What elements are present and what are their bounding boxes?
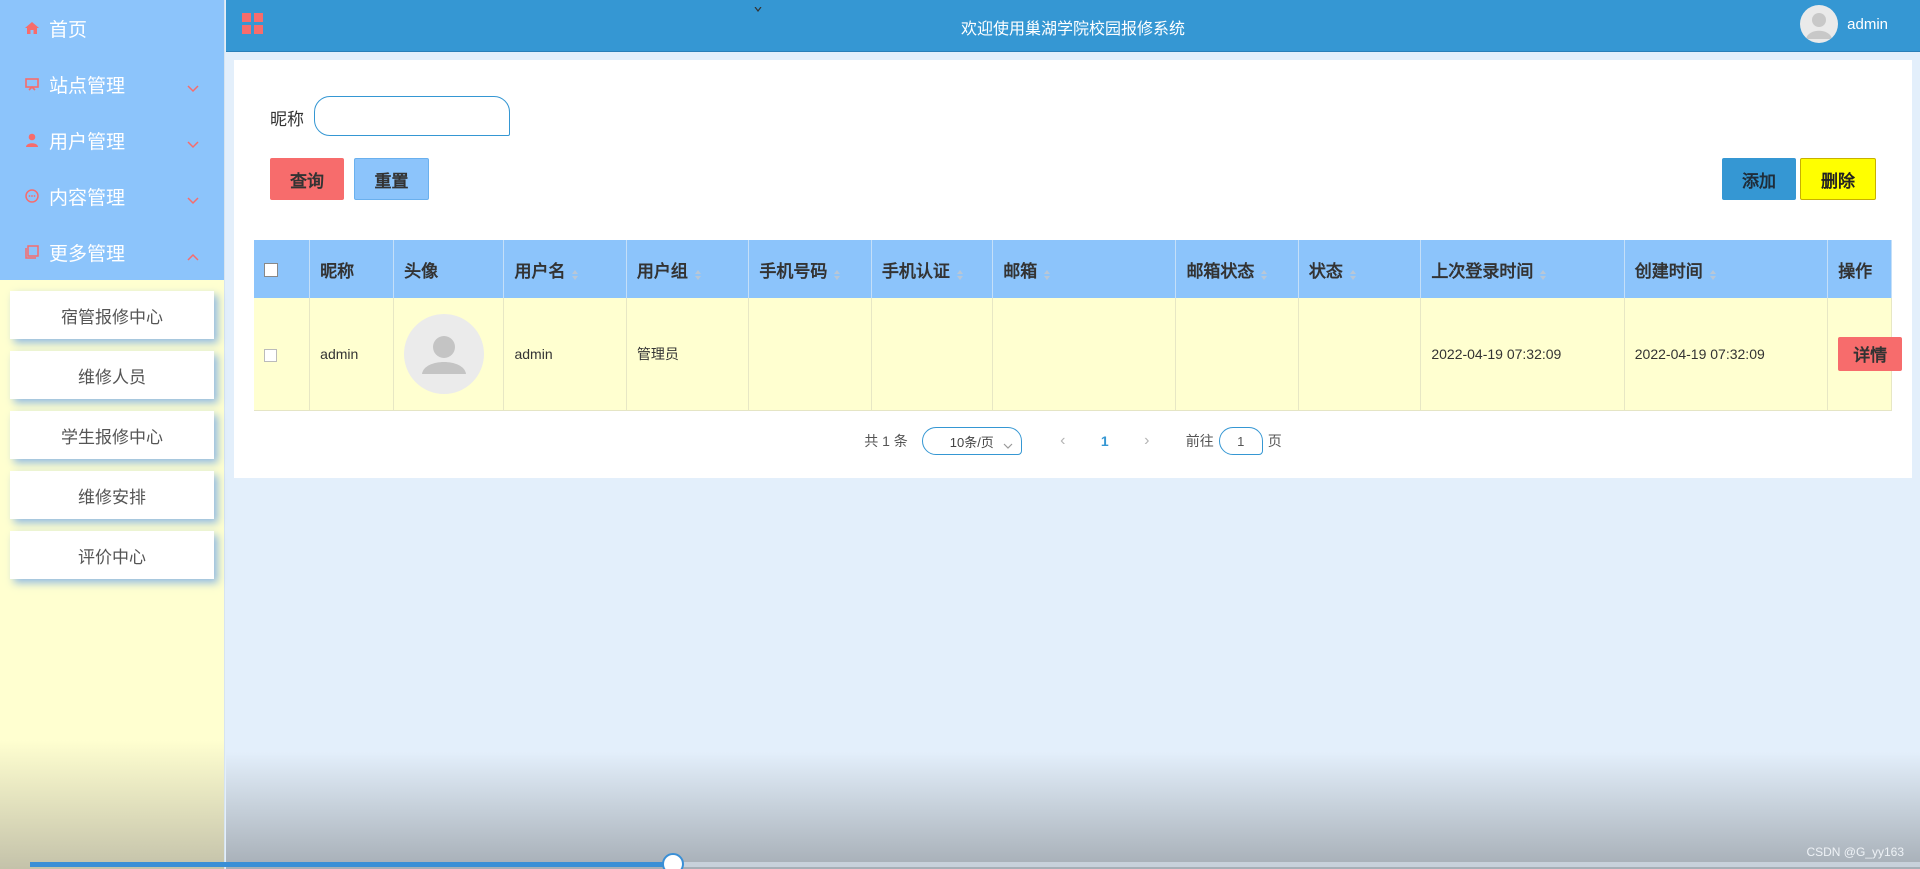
table-row: admin admin 管理员 2022-04-19 07:32:09 2022… bbox=[254, 298, 1903, 411]
chevron-down-icon bbox=[1003, 438, 1013, 449]
sort-icon[interactable] bbox=[1349, 266, 1357, 281]
user-table: 昵称 头像 用户名 用户组 手机号码 手机认证 邮箱 邮箱状态 状态 上次登录时… bbox=[254, 240, 1903, 411]
user-menu[interactable]: admin bbox=[1800, 5, 1888, 43]
chevron-down-icon bbox=[186, 134, 200, 149]
select-all-checkbox[interactable] bbox=[264, 262, 278, 277]
slider-fill bbox=[30, 862, 674, 867]
sidebar-item-label: 更多管理 bbox=[49, 243, 126, 265]
submenu-item-dorm-repair-center[interactable]: 宿管报修中心 bbox=[10, 291, 214, 339]
sidebar-item-user[interactable]: 用户管理 bbox=[0, 112, 224, 168]
main-panel: 昵称 查询 重置 添加 删除 昵称 头像 用户名 用户组 手机号码 手机认证 邮… bbox=[234, 60, 1912, 478]
nickname-search-label: 昵称 bbox=[270, 110, 304, 129]
cell-group: 管理员 bbox=[626, 298, 750, 411]
sidebar-item-content[interactable]: 内容管理 bbox=[0, 168, 224, 224]
watermark: CSDN @G_yy163 bbox=[1806, 845, 1904, 859]
page-size-value: 10条/页 bbox=[949, 434, 994, 450]
home-icon bbox=[24, 20, 40, 36]
page-size-select[interactable]: 10条/页 bbox=[921, 427, 1022, 455]
sort-icon[interactable] bbox=[1260, 266, 1268, 281]
submenu-item-student-repair-center[interactable]: 学生报修中心 bbox=[10, 411, 214, 459]
sort-icon[interactable] bbox=[571, 266, 579, 281]
top-header: 欢迎使用巢湖学院校园报修系统 admin bbox=[226, 0, 1920, 52]
column-header-phone-verified[interactable]: 手机认证 bbox=[871, 240, 994, 298]
cell-email bbox=[992, 298, 1177, 411]
goto-page: 前往 1 页 bbox=[1186, 427, 1282, 455]
cell-phone-verified bbox=[871, 298, 994, 411]
column-header-last-login[interactable]: 上次登录时间 bbox=[1420, 240, 1625, 298]
column-header-nickname: 昵称 bbox=[309, 240, 395, 298]
content-icon bbox=[24, 188, 40, 204]
cell-status bbox=[1298, 298, 1422, 411]
system-title: 欢迎使用巢湖学院校园报修系统 bbox=[960, 21, 1185, 38]
column-header-email-status[interactable]: 邮箱状态 bbox=[1175, 240, 1299, 298]
cell-username: admin bbox=[503, 298, 627, 411]
avatar[interactable] bbox=[1800, 5, 1839, 43]
sidebar: 首页 站点管理 用户管理 内容管理 更多管理 宿管报修中心 维修人员 学生报修中… bbox=[0, 0, 225, 869]
cell-action: 详情 bbox=[1827, 298, 1903, 411]
bottom-fade bbox=[226, 752, 1920, 869]
chevron-down-icon bbox=[186, 78, 200, 93]
sidebar-item-site[interactable]: 站点管理 bbox=[0, 56, 224, 112]
goto-prefix: 前往 bbox=[1185, 433, 1214, 449]
slider-thumb[interactable] bbox=[662, 853, 684, 869]
page-number-current[interactable]: 1 bbox=[1090, 433, 1120, 449]
cell-avatar bbox=[393, 298, 505, 411]
goto-suffix: 页 bbox=[1267, 433, 1282, 449]
cell-last-login: 2022-04-19 07:32:09 bbox=[1420, 298, 1625, 411]
slider-track[interactable] bbox=[30, 862, 1920, 867]
more-icon bbox=[24, 244, 40, 260]
goto-page-input[interactable]: 1 bbox=[1218, 427, 1263, 455]
sort-icon[interactable] bbox=[1539, 266, 1547, 281]
sort-icon[interactable] bbox=[1043, 266, 1051, 281]
detail-button[interactable]: 详情 bbox=[1838, 336, 1903, 371]
user-avatar-image bbox=[404, 313, 485, 394]
submenu-item-repair-staff[interactable]: 维修人员 bbox=[10, 351, 214, 399]
select-all-cell bbox=[254, 240, 311, 298]
sidebar-item-label: 首页 bbox=[49, 19, 88, 41]
cell-phone bbox=[748, 298, 872, 411]
site-icon bbox=[24, 76, 40, 92]
user-icon bbox=[24, 132, 40, 148]
reset-button[interactable]: 重置 bbox=[354, 158, 429, 200]
sidebar-item-label: 站点管理 bbox=[49, 75, 126, 97]
column-header-email[interactable]: 邮箱 bbox=[992, 240, 1177, 298]
submenu-item-repair-schedule[interactable]: 维修安排 bbox=[10, 471, 214, 519]
column-header-action: 操作 bbox=[1827, 240, 1892, 298]
username-label: admin bbox=[1847, 15, 1888, 33]
sidebar-item-more[interactable]: 更多管理 bbox=[0, 224, 224, 280]
sidebar-item-label: 内容管理 bbox=[49, 187, 126, 209]
delete-button[interactable]: 删除 bbox=[1800, 158, 1876, 200]
query-button[interactable]: 查询 bbox=[270, 158, 344, 200]
sort-icon[interactable] bbox=[1709, 266, 1717, 281]
submenu-item-review-center[interactable]: 评价中心 bbox=[10, 531, 214, 579]
sidebar-menu: 首页 站点管理 用户管理 内容管理 更多管理 bbox=[0, 0, 224, 280]
cell-created: 2022-04-19 07:32:09 bbox=[1624, 298, 1829, 411]
pagination-total: 共 1 条 bbox=[864, 433, 908, 449]
cell-nickname: admin bbox=[309, 298, 395, 411]
nickname-search-input[interactable] bbox=[314, 96, 510, 136]
chevron-up-icon bbox=[186, 246, 200, 261]
cell-email-status bbox=[1175, 298, 1299, 411]
chevron-down-icon bbox=[186, 190, 200, 205]
sort-icon[interactable] bbox=[956, 266, 964, 281]
submenu-list: 宿管报修中心 维修人员 学生报修中心 维修安排 评价中心 bbox=[0, 280, 224, 579]
next-page-button[interactable]: › bbox=[1132, 432, 1162, 450]
sort-icon[interactable] bbox=[833, 266, 841, 281]
sidebar-item-label: 用户管理 bbox=[49, 131, 126, 153]
row-select-cell bbox=[254, 298, 311, 411]
row-checkbox[interactable] bbox=[264, 348, 277, 362]
column-header-phone[interactable]: 手机号码 bbox=[748, 240, 872, 298]
table-header-row: 昵称 头像 用户名 用户组 手机号码 手机认证 邮箱 邮箱状态 状态 上次登录时… bbox=[254, 240, 1892, 298]
sidebar-item-home[interactable]: 首页 bbox=[0, 0, 224, 56]
add-button[interactable]: 添加 bbox=[1722, 158, 1796, 200]
pagination: 共 1 条 10条/页 ‹ 1 › 前往 1 页 bbox=[234, 427, 1912, 455]
column-header-created[interactable]: 创建时间 bbox=[1624, 240, 1829, 298]
column-header-status[interactable]: 状态 bbox=[1298, 240, 1422, 298]
cursor-marker-icon bbox=[753, 0, 763, 12]
column-header-username[interactable]: 用户名 bbox=[503, 240, 627, 298]
column-header-avatar: 头像 bbox=[393, 240, 505, 298]
sort-icon[interactable] bbox=[694, 266, 702, 281]
prev-page-button[interactable]: ‹ bbox=[1048, 432, 1078, 450]
column-header-group[interactable]: 用户组 bbox=[626, 240, 750, 298]
